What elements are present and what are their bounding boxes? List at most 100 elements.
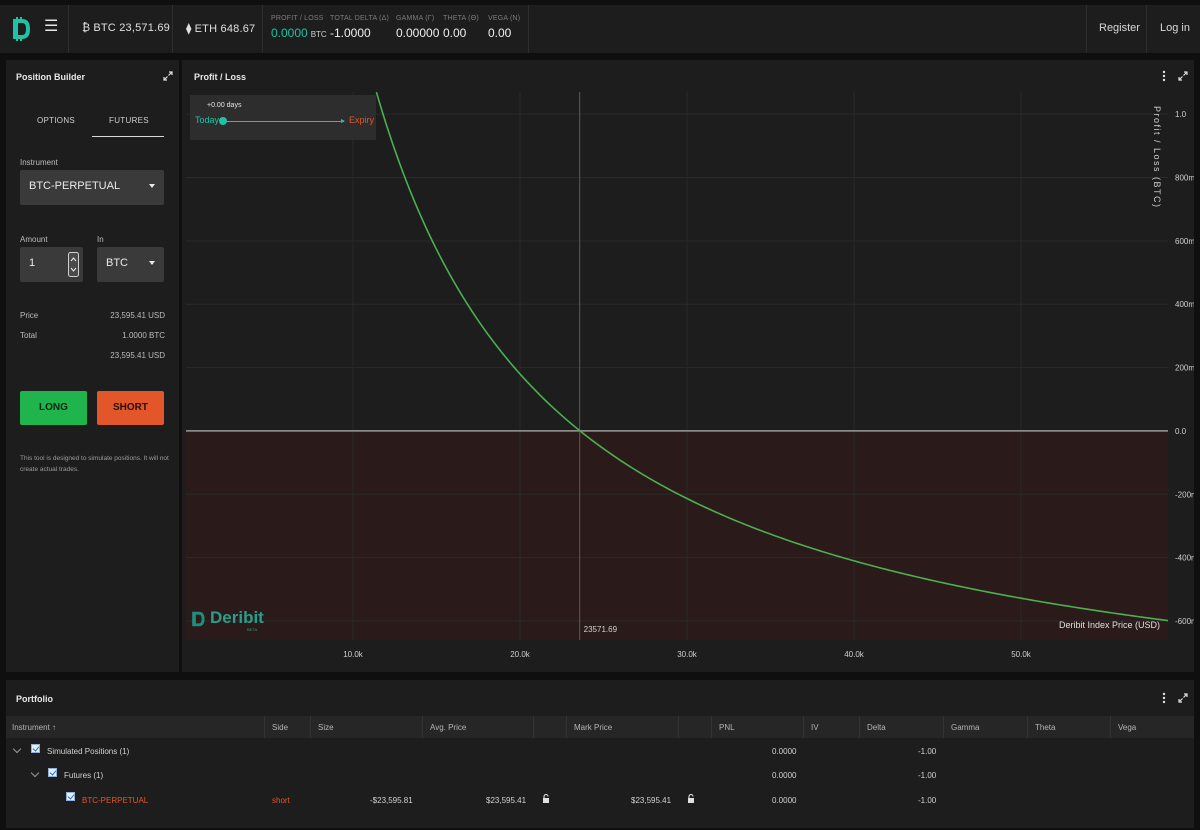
divider [678,716,679,738]
divider [711,716,712,738]
divider [264,716,265,738]
x-axis-label: Deribit Index Price (USD) [1059,620,1160,630]
x-tick-label: 50.0k [1011,650,1032,659]
price-row: Price 23,595.41 USD [20,311,165,320]
y-tick-label: -600m [1175,617,1194,626]
ethereum-icon: ⧫ [186,23,192,35]
checkbox[interactable] [66,792,75,801]
slider-track [224,121,344,122]
profit-loss-chart[interactable]: 1.0 800m 600m 400m 200m 0.0 -200m -400m -600m 10.… [182,60,1194,672]
tab-futures[interactable]: FUTURES [92,116,166,125]
instrument-label: Instrument [20,158,58,167]
panel-title: Position Builder [16,72,86,82]
stat-gamma: GAMMA (Γ) 0.00000 [396,15,440,40]
col-theta[interactable]: Theta [1035,723,1055,732]
instrument-select[interactable]: BTC-PERPETUAL [20,170,164,205]
x-tick-label: 40.0k [844,650,865,659]
divider [422,716,423,738]
y-tick-label: -200m [1175,490,1194,499]
x-tick-label: 20.0k [510,650,531,659]
deribit-logo-icon[interactable] [10,17,32,41]
today-label: Today [195,115,220,125]
eth-ticker[interactable]: ⧫ ETH 648.67 [186,22,255,35]
btc-price: 23,571.69 [119,22,170,34]
expand-icon[interactable] [1178,693,1188,703]
divider [172,5,173,53]
divider [566,716,567,738]
stat-total-delta: TOTAL DELTA (Δ) -1.0000 [330,15,390,40]
stat-theta: THETA (Θ) 0.00 [443,15,479,40]
divider [528,5,529,53]
disclaimer-text: This tool is designed to simulate positi… [20,455,169,473]
sort-asc-icon: ↑ [52,723,57,732]
y-tick-label: 200m [1175,364,1194,373]
x-tick-label: 10.0k [343,650,364,659]
y-tick-label: 600m [1175,237,1194,246]
stepper-icon[interactable] [68,252,79,277]
divider [803,716,804,738]
bitcoin-icon: ₿ [82,22,91,34]
menu-icon[interactable]: ☰ [44,19,58,35]
eth-price: 648.67 [220,23,256,35]
amount-input[interactable]: 1 [20,247,83,282]
y-axis-label: Profit / Loss (BTC) [1152,106,1162,209]
expand-icon[interactable] [163,71,173,81]
long-button[interactable]: LONG [20,391,87,425]
short-button[interactable]: SHORT [97,391,164,425]
x-tick-label: 30.0k [677,650,698,659]
stat-profit-loss: PROFIT / LOSS 0.0000 BTC [271,15,327,40]
col-mark-price[interactable]: Mark Price [574,723,612,732]
total-row: Total 1.0000 BTC [20,331,165,340]
expiry-label: Expiry [349,115,375,125]
divider [533,716,534,738]
divider [943,716,944,738]
col-pnl[interactable]: PNL [719,723,735,732]
profit-loss-panel: Profit / Loss 1.0 800m 600m 400m 200m 0.0 -200… [182,60,1194,672]
instrument-link[interactable]: BTC-PERPETUAL [82,796,148,805]
divider [310,716,311,738]
checkbox[interactable] [48,768,57,777]
in-label: In [97,235,104,244]
col-size[interactable]: Size [318,723,334,732]
register-button[interactable]: Register [1099,22,1140,34]
col-side[interactable]: Side [272,723,288,732]
position-builder-panel: Position Builder OPTIONS FUTURES Instrum… [6,60,179,672]
panel-title: Portfolio [16,694,53,704]
y-tick-label: 0.0 [1175,427,1187,436]
days-label: +0.00 days [207,102,242,109]
col-instrument[interactable]: Instrument ↑ [12,723,56,732]
btc-ticker[interactable]: ₿ BTC 23,571.69 [82,22,170,34]
col-vega[interactable]: Vega [1118,723,1136,732]
y-tick-label: 400m [1175,300,1194,309]
checkbox[interactable] [31,744,40,753]
tab-options[interactable]: OPTIONS [19,116,93,125]
divider [262,5,263,53]
col-delta[interactable]: Delta [867,723,886,732]
arrow-right-icon [341,119,345,123]
caret-down-icon [149,261,155,265]
crosshair-label: 23571.69 [584,625,618,634]
lock-icon[interactable] [542,794,550,803]
divider [1086,5,1087,53]
deribit-logo-icon [192,611,205,627]
divider [1110,716,1111,738]
amount-label: Amount [20,235,48,244]
y-tick-label: -400m [1175,554,1194,563]
caret-down-icon [149,184,155,188]
lock-icon[interactable] [687,794,695,803]
login-button[interactable]: Log in [1160,22,1190,34]
col-avg-price[interactable]: Avg. Price [430,723,466,732]
divider [1146,5,1147,53]
slider-handle[interactable] [219,117,227,125]
top-bar: ☰ ₿ BTC 23,571.69 ⧫ ETH 648.67 PROFIT / LO… [0,5,1200,53]
active-tab-indicator [92,136,164,137]
currency-select[interactable]: BTC [97,247,164,282]
y-tick-label: 1.0 [1175,110,1187,119]
divider [1027,716,1028,738]
y-tick-label: 800m [1175,174,1194,183]
divider [68,5,69,53]
col-gamma[interactable]: Gamma [951,723,979,732]
more-options-icon[interactable] [1162,692,1166,704]
time-slider[interactable]: +0.00 days Today Expiry [190,95,376,140]
col-iv[interactable]: IV [811,723,819,732]
